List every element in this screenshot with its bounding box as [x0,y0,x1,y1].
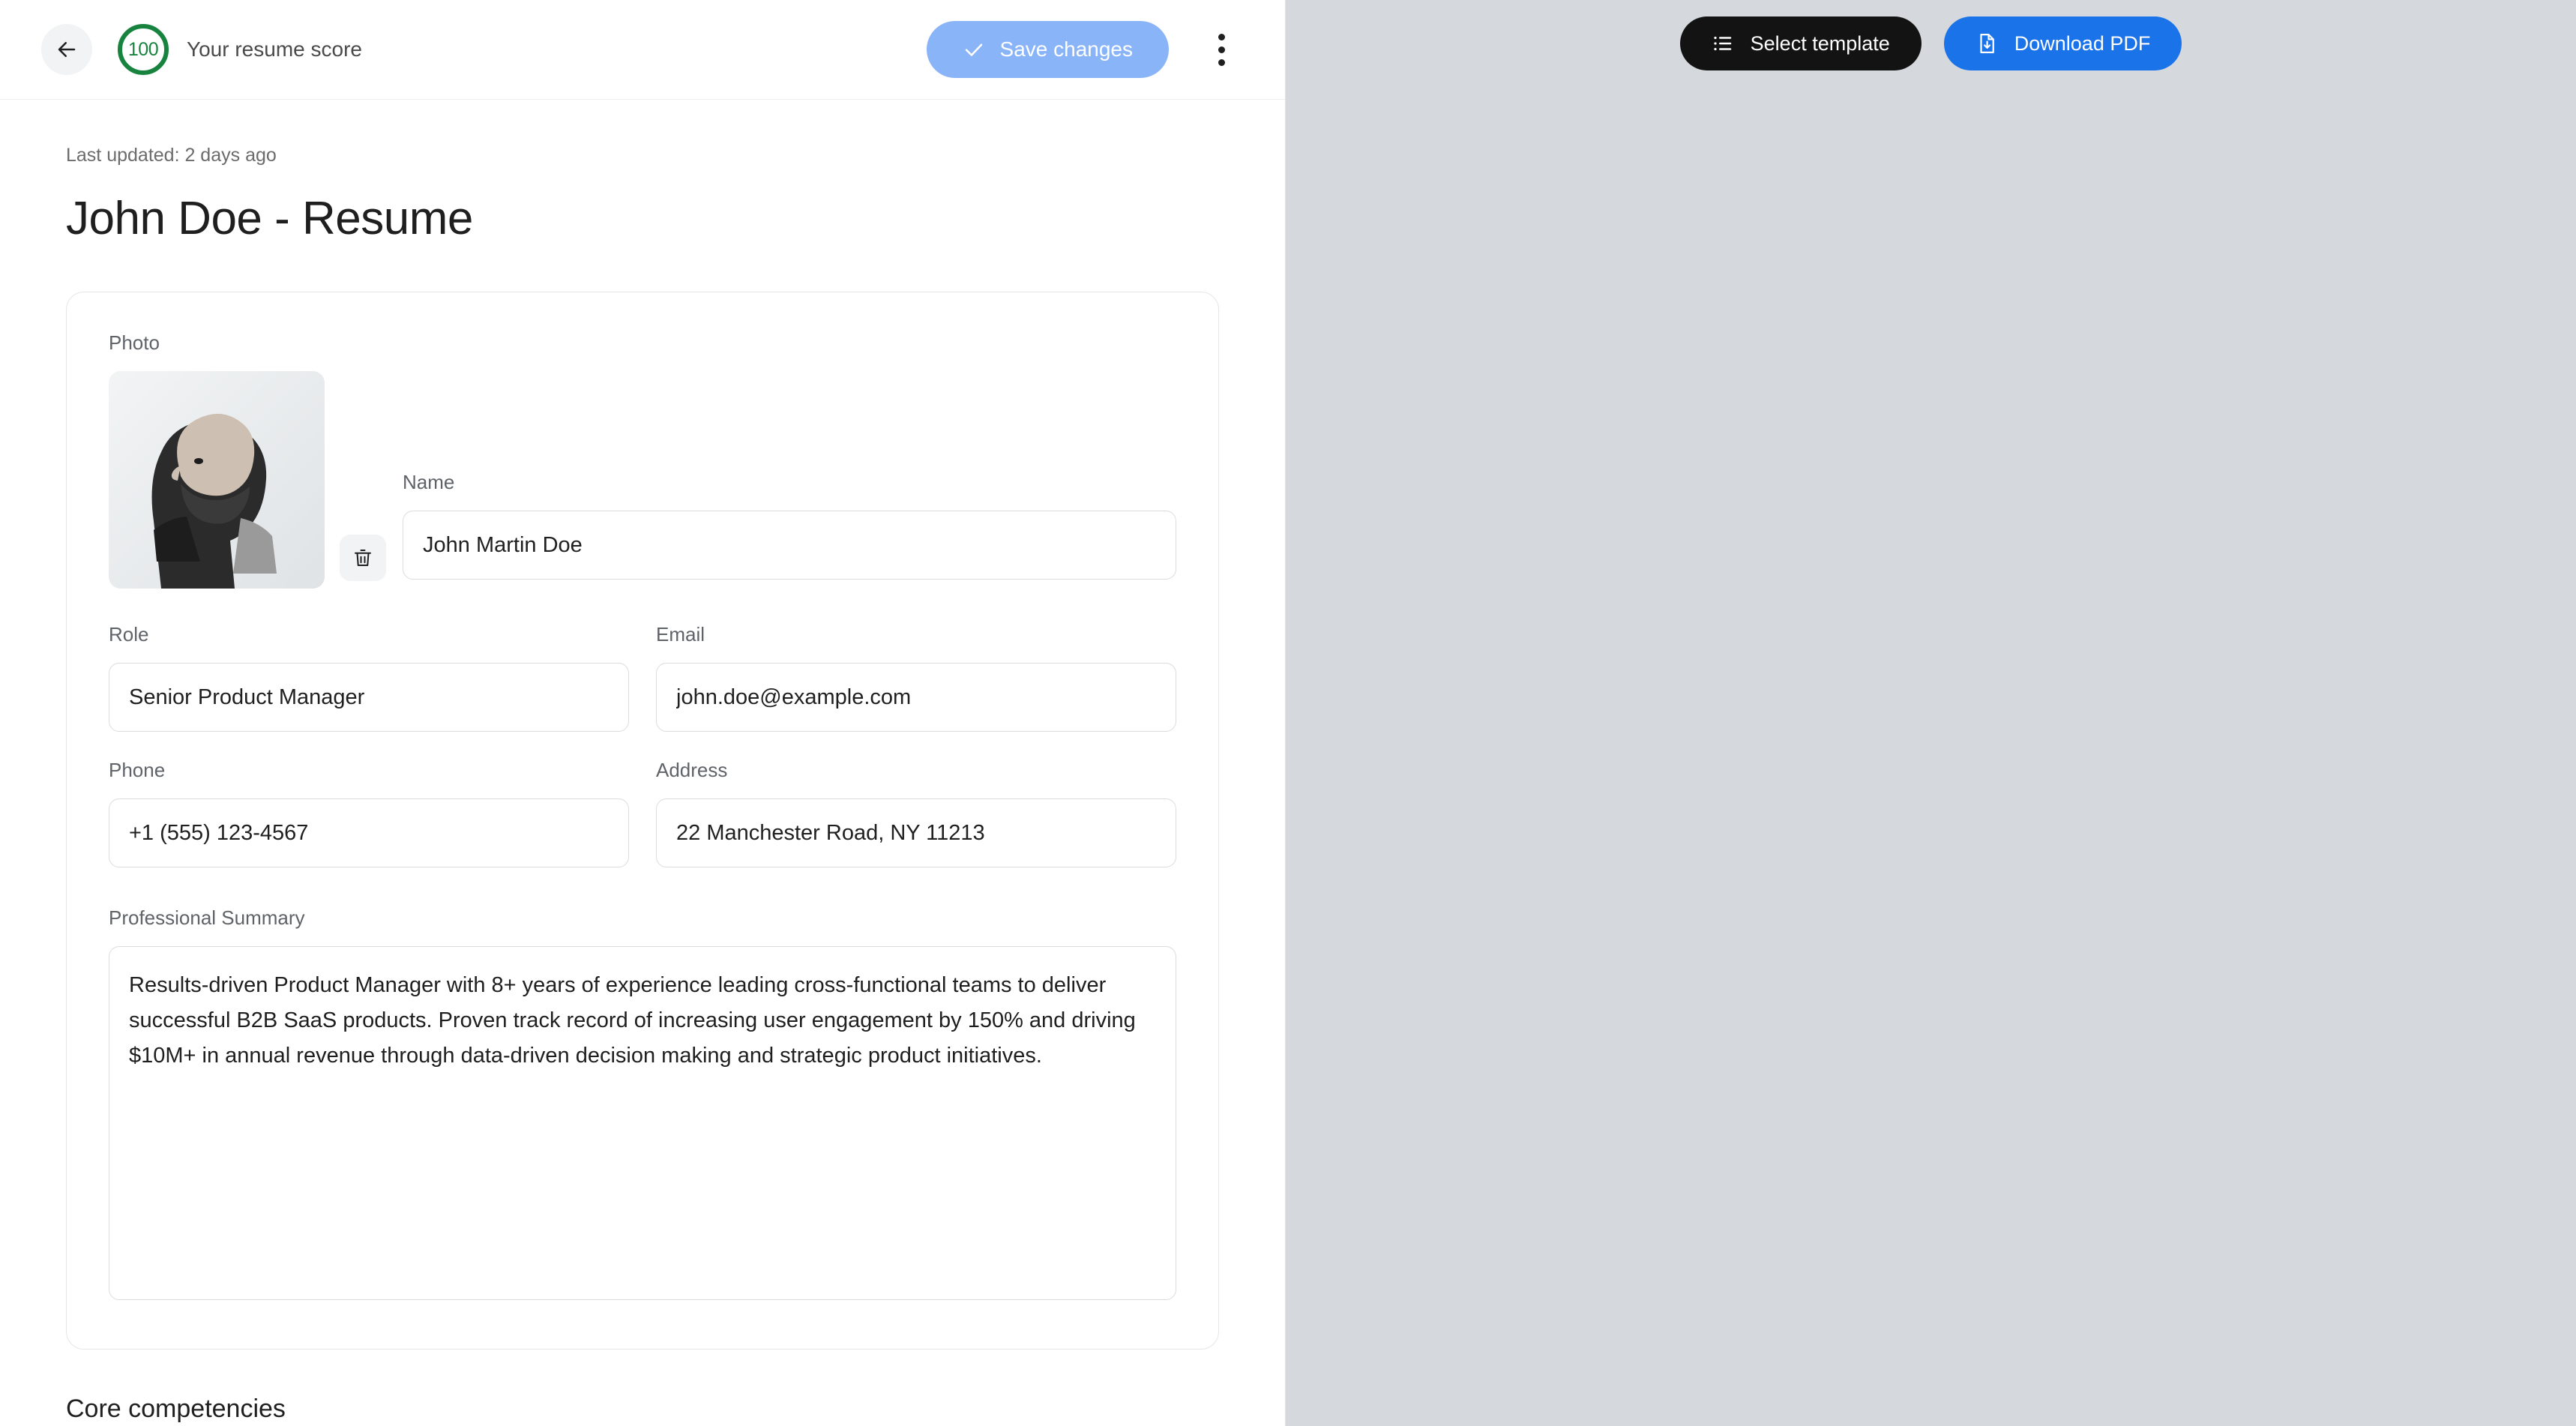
photo-wrapper [109,371,356,589]
resume-editor-panel: 100 Your resume score Save changes Last … [0,0,1286,1426]
resume-score-label: Your resume score [187,37,362,61]
address-label: Address [656,759,1176,782]
editor-toolbar: 100 Your resume score Save changes [0,0,1285,100]
summary-textarea[interactable]: Results-driven Product Manager with 8+ y… [109,946,1176,1300]
summary-label: Professional Summary [109,906,1176,930]
preview-toolbar: Select template Download PDF [1286,0,2576,87]
photo-and-name-row: Photo [109,331,1176,589]
email-input[interactable] [656,663,1176,732]
document-title: John Doe - Resume [66,192,1219,245]
name-label: Name [403,471,1176,494]
last-updated-text: Last updated: 2 days ago [66,145,1219,166]
save-changes-label: Save changes [1000,37,1133,61]
kebab-dot [1218,34,1225,40]
file-download-icon [1975,32,1998,55]
editor-content: Last updated: 2 days ago John Doe - Resu… [0,100,1285,1350]
role-label: Role [109,623,629,646]
summary-field-group: Professional Summary Results-driven Prod… [109,906,1176,1304]
select-template-button[interactable]: Select template [1680,16,1922,70]
core-competencies-heading: Core competencies [66,1395,1285,1424]
download-pdf-button[interactable]: Download PDF [1944,16,2182,70]
resume-score-badge: 100 [118,24,169,75]
back-button[interactable] [41,24,92,75]
portrait-image [109,371,325,589]
phone-field-group: Phone [109,759,629,867]
arrow-left-icon [55,38,78,61]
resume-score-value: 100 [128,39,158,61]
role-input[interactable] [109,663,629,732]
download-pdf-label: Download PDF [2014,32,2151,55]
photo-column: Photo [109,331,356,589]
select-template-label: Select template [1751,32,1890,55]
address-input[interactable] [656,798,1176,867]
phone-input[interactable] [109,798,629,867]
name-input[interactable] [403,511,1176,580]
contact-fields-grid: Role Email Phone Address [109,623,1176,867]
personal-details-card: Photo [66,292,1219,1350]
email-label: Email [656,623,1176,646]
photo-label: Photo [109,331,356,355]
check-icon [963,38,985,61]
list-icon [1712,32,1734,55]
app-root: 100 Your resume score Save changes Last … [0,0,2576,1426]
address-field-group: Address [656,759,1176,867]
more-options-button[interactable] [1199,21,1244,78]
profile-photo[interactable] [109,371,325,589]
save-changes-button[interactable]: Save changes [927,21,1169,78]
email-field-group: Email [656,623,1176,732]
phone-label: Phone [109,759,629,782]
kebab-dot [1218,46,1225,53]
resume-preview-panel: Select template Download PDF JOHN MARTIN… [1286,0,2576,1426]
kebab-dot [1218,59,1225,66]
role-field-group: Role [109,623,629,732]
name-field-group: Name [356,331,1176,589]
